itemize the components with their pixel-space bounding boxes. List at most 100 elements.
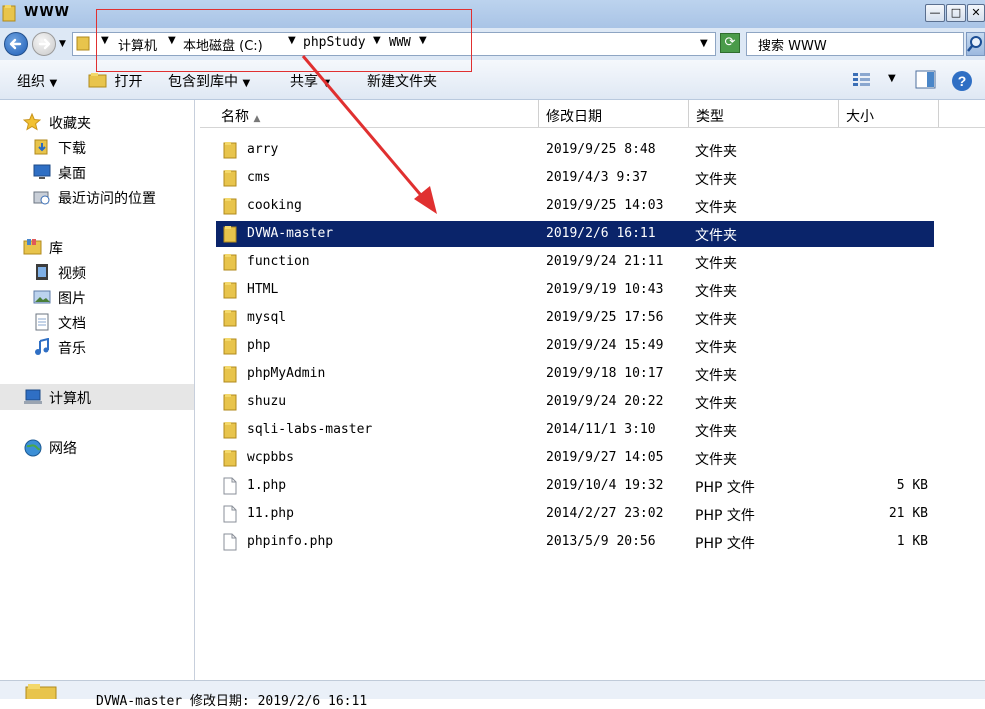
history-dropdown-icon[interactable]: ▼ [59,39,66,49]
forward-button[interactable] [32,32,56,56]
folder-icon [222,169,237,187]
view-options-icon[interactable] [852,71,872,89]
file-type: 文件夹 [695,256,737,272]
file-row[interactable]: DVWA-master 2019/2/6 16:11 文件夹 [216,221,934,247]
preview-pane-icon[interactable] [915,70,937,90]
folder-icon [222,309,237,327]
file-name: wcpbbs [247,450,294,465]
file-name: phpMyAdmin [247,366,326,381]
chevron-down-icon: ▼ [322,78,331,89]
file-type: 文件夹 [695,228,737,244]
nav-favorites[interactable]: 收藏夹 [49,113,91,133]
pictures-icon [33,290,51,304]
file-modified: 2019/9/25 17:56 [546,310,664,325]
file-row[interactable]: 11.php 2014/2/27 23:02 PHP 文件 21 KB [216,501,934,527]
file-modified: 2019/2/6 16:11 [546,226,656,241]
column-header-type[interactable]: 类型 [696,106,724,126]
library-icon [23,239,42,255]
file-row[interactable]: HTML 2019/9/19 10:43 文件夹 [216,277,934,303]
folder-icon [222,449,237,467]
file-type: 文件夹 [695,312,737,328]
column-header-size[interactable]: 大小 [846,106,874,126]
column-divider[interactable] [538,100,539,127]
file-name: 11.php [247,506,294,521]
file-type: 文件夹 [695,396,737,412]
organize-button[interactable]: 组织 ▼ [17,71,57,91]
chevron-down-icon: ▼ [242,78,251,89]
view-dropdown-icon[interactable]: ▼ [888,73,896,84]
file-type: PHP 文件 [695,508,755,524]
column-divider[interactable] [838,100,839,127]
nav-videos[interactable]: 视频 [58,263,86,283]
file-row[interactable]: php 2019/9/24 15:49 文件夹 [216,333,934,359]
file-type: PHP 文件 [695,480,755,496]
column-header-name[interactable]: 名称 ▲ [221,106,260,126]
file-row[interactable]: phpinfo.php 2013/5/9 20:56 PHP 文件 1 KB [216,529,934,555]
column-divider[interactable] [938,100,939,127]
file-size: 1 KB [896,534,928,549]
file-modified: 2019/9/25 14:03 [546,198,664,213]
open-button[interactable]: 打开 [88,71,142,91]
close-button[interactable]: ✕ [967,4,985,22]
maximize-button[interactable]: □ [946,4,966,22]
star-icon [23,113,41,131]
nav-desktop[interactable]: 桌面 [58,163,86,183]
column-header-modified[interactable]: 修改日期 [546,106,602,126]
desktop-icon [33,164,51,179]
file-modified: 2014/11/1 3:10 [546,422,656,437]
folder-icon [76,36,90,51]
file-row[interactable]: mysql 2019/9/25 17:56 文件夹 [216,305,934,331]
file-row[interactable]: cms 2019/4/3 9:37 文件夹 [216,165,934,191]
file-row[interactable]: 1.php 2019/10/4 19:32 PHP 文件 5 KB [216,473,934,499]
annotation-highlight-box [96,9,472,72]
nav-libraries[interactable]: 库 [49,238,63,258]
nav-network[interactable]: 网络 [49,438,77,458]
nav-documents[interactable]: 文档 [58,313,86,333]
file-name: arry [247,142,279,157]
nav-pictures[interactable]: 图片 [58,288,86,308]
file-row[interactable]: shuzu 2019/9/24 20:22 文件夹 [216,389,934,415]
file-icon [222,505,237,523]
documents-icon [35,313,49,331]
music-icon [35,338,49,355]
back-button[interactable] [4,32,28,56]
help-icon[interactable]: ? [951,70,973,92]
new-folder-button[interactable]: 新建文件夹 [367,71,437,91]
downloads-icon [34,139,48,155]
arrow-left-icon [9,38,22,50]
address-dropdown-icon[interactable]: ▼ [700,38,708,49]
file-name: phpinfo.php [247,534,334,549]
file-icon [222,477,237,495]
nav-computer[interactable]: 计算机 [49,388,91,408]
refresh-button[interactable]: ⟳ [720,33,740,53]
include-in-library-button[interactable]: 包含到库中 ▼ [168,71,250,91]
file-type: 文件夹 [695,284,737,300]
file-type: 文件夹 [695,144,737,160]
file-row[interactable]: arry 2019/9/25 8:48 文件夹 [216,137,934,163]
nav-music[interactable]: 音乐 [58,338,86,358]
share-button[interactable]: 共享 ▼ [290,71,330,91]
file-modified: 2019/9/24 15:49 [546,338,664,353]
nav-downloads[interactable]: 下载 [58,138,86,158]
minimize-button[interactable]: — [925,4,945,22]
column-divider[interactable] [688,100,689,127]
file-row[interactable]: function 2019/9/24 21:11 文件夹 [216,249,934,275]
status-details: DVWA-master 修改日期: 2019/2/6 16:11 [96,694,368,709]
file-row[interactable]: sqli-labs-master 2014/11/1 3:10 文件夹 [216,417,934,443]
file-modified: 2019/9/24 21:11 [546,254,664,269]
network-icon [24,439,42,457]
folder-icon [222,225,237,243]
file-modified: 2019/9/25 8:48 [546,142,656,157]
folder-icon [222,421,237,439]
file-row[interactable]: cooking 2019/9/25 14:03 文件夹 [216,193,934,219]
folder-icon [222,281,237,299]
file-modified: 2019/9/19 10:43 [546,282,664,297]
nav-recent-places[interactable]: 最近访问的位置 [58,188,156,208]
file-modified: 2019/4/3 9:37 [546,170,648,185]
file-type: 文件夹 [695,172,737,188]
search-button[interactable] [966,32,985,56]
folder-icon [222,197,237,215]
file-row[interactable]: wcpbbs 2019/9/27 14:05 文件夹 [216,445,934,471]
file-row[interactable]: phpMyAdmin 2019/9/18 10:17 文件夹 [216,361,934,387]
file-modified: 2019/9/18 10:17 [546,366,664,381]
